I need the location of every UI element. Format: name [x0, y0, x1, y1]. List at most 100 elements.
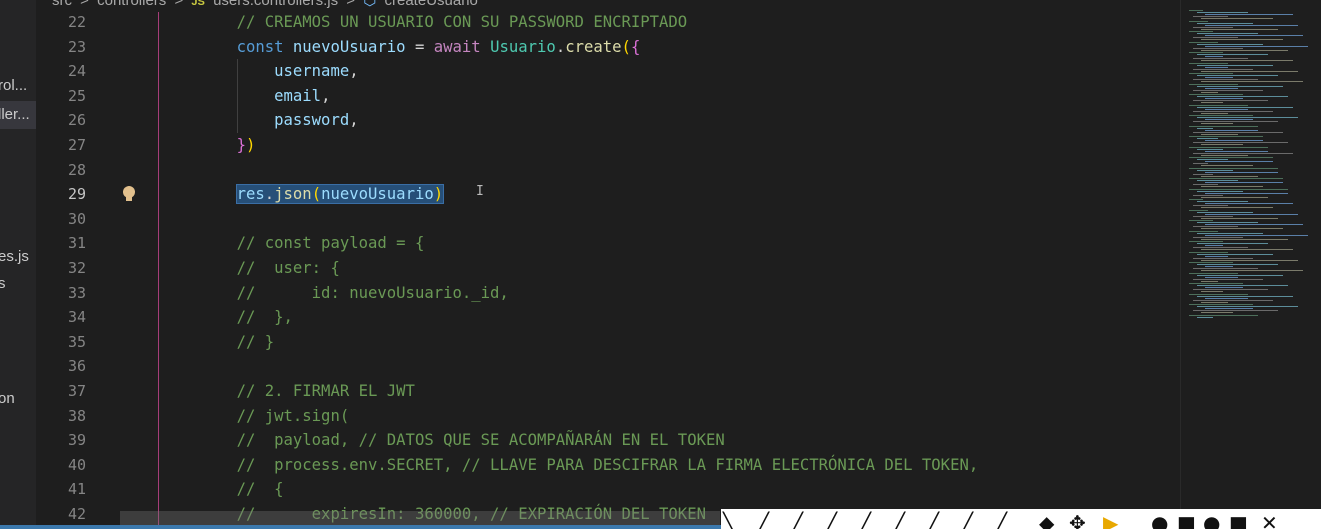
minimap-line — [1205, 14, 1293, 16]
minimap-line — [1197, 201, 1248, 203]
pen-tool-icon[interactable]: ╱ — [961, 511, 973, 529]
code-line[interactable]: 24 username, — [36, 59, 1180, 84]
explorer-item-users-controller[interactable]: ller... — [0, 106, 30, 123]
code-text[interactable]: // process.env.SECRET, // LLAVE PARA DES… — [199, 453, 979, 478]
minimap-line — [1189, 146, 1268, 148]
code-text[interactable]: // { — [199, 477, 284, 502]
breadcrumb-controllers[interactable]: controllers — [97, 0, 166, 9]
lightbulb-icon[interactable] — [122, 185, 136, 207]
minimap-line — [1193, 121, 1278, 123]
pen-tool-icon[interactable]: ╱ — [893, 511, 905, 529]
minimap-line — [1205, 140, 1263, 142]
code-line[interactable]: 36 — [36, 354, 1180, 379]
code-text[interactable]: // const payload = { — [199, 231, 425, 256]
minimap-line — [1201, 175, 1258, 177]
code-line[interactable]: 37 // 2. FIRMAR EL JWT — [36, 379, 1180, 404]
line-number: 41 — [67, 480, 86, 499]
pen-tool-icon[interactable]: ╱ — [995, 511, 1007, 529]
minimap[interactable] — [1180, 0, 1321, 529]
minimap-line — [1193, 215, 1233, 217]
pointer-icon[interactable]: ▶ — [1103, 511, 1118, 529]
breadcrumb-symbol[interactable]: createUsuario — [385, 0, 478, 9]
minimap-line — [1201, 270, 1303, 272]
minimap-line — [1197, 211, 1253, 213]
minimap-line — [1189, 125, 1258, 127]
pen-tool-icon[interactable]: ╱ — [859, 511, 871, 529]
trash-icon[interactable]: ■ — [1229, 511, 1248, 529]
code-text[interactable]: }) — [199, 133, 256, 158]
pen-tool-icon[interactable]: ╱ — [825, 511, 837, 529]
code-line[interactable]: 39 // payload, // DATOS QUE SE ACOMPAÑAR… — [36, 428, 1180, 453]
search-icon[interactable]: ● — [1203, 511, 1220, 529]
code-text[interactable]: res.json(nuevoUsuario) — [199, 182, 445, 207]
minimap-line — [1205, 77, 1233, 79]
move-icon[interactable]: ✥ — [1069, 511, 1086, 529]
pen-tool-icon[interactable]: ╱ — [927, 511, 939, 529]
code-text[interactable]: // id: nuevoUsuario._id, — [199, 281, 509, 306]
code-text[interactable]: // user: { — [199, 256, 340, 281]
pen-tool-icon[interactable]: ╱ — [791, 511, 803, 529]
code-line[interactable]: 30 — [36, 207, 1180, 232]
line-number: 31 — [67, 234, 86, 253]
code-editor[interactable]: 22 // CREAMOS UN USUARIO CON SU PASSWORD… — [36, 12, 1180, 529]
code-text[interactable]: email, — [199, 84, 330, 109]
pen-tool-icon[interactable]: ╲ — [723, 511, 735, 529]
eraser-icon[interactable]: ◆ — [1039, 511, 1054, 529]
explorer-item-file[interactable]: s — [0, 275, 6, 292]
code-line[interactable]: 38 // jwt.sign( — [36, 404, 1180, 429]
minimap-line — [1189, 178, 1283, 179]
code-line[interactable]: 31 // const payload = { — [36, 231, 1180, 256]
minimap-line — [1197, 190, 1243, 192]
minimap-line — [1201, 39, 1283, 41]
minimap-line — [1189, 167, 1278, 169]
code-text[interactable]: // } — [199, 330, 275, 355]
code-line[interactable]: 27 }) — [36, 133, 1180, 158]
code-text[interactable]: // payload, // DATOS QUE SE ACOMPAÑARÁN … — [199, 428, 725, 453]
code-line[interactable]: 28 — [36, 158, 1180, 183]
minimap-line — [1197, 85, 1283, 87]
close-icon[interactable]: ✕ — [1261, 511, 1278, 529]
code-line[interactable]: 32 // user: { — [36, 256, 1180, 281]
code-line[interactable]: 33 // id: nuevoUsuario._id, — [36, 281, 1180, 306]
code-line[interactable]: 41 // { — [36, 477, 1180, 502]
explorer-sidebar: rol... ller... es.js s on — [0, 0, 36, 529]
code-text[interactable]: const nuevoUsuario = await Usuario.creat… — [199, 35, 641, 60]
minimap-line — [1189, 83, 1238, 85]
explorer-item-routes[interactable]: es.js — [0, 248, 29, 265]
horizontal-scrollbar[interactable] — [120, 511, 720, 525]
code-line[interactable]: 35 // } — [36, 330, 1180, 355]
code-text[interactable]: // jwt.sign( — [199, 404, 350, 429]
code-line[interactable]: 40 // process.env.SECRET, // LLAVE PARA … — [36, 453, 1180, 478]
code-text[interactable]: // 2. FIRMAR EL JWT — [199, 379, 415, 404]
minimap-line — [1189, 136, 1263, 137]
minimap-line — [1197, 64, 1273, 66]
annotation-toolbar: ╲ ╱ ╱ ╱ ╱ ╱ ╱ ╱ ╱ ◆ ✥ ▶ ● ■ ● ■ ✕ — [721, 509, 1321, 529]
camera-icon[interactable]: ■ — [1177, 511, 1196, 529]
code-text[interactable]: // CREAMOS UN USUARIO CON SU PASSWORD EN… — [199, 12, 688, 35]
line-number: 30 — [67, 209, 86, 228]
code-line[interactable]: 25 email, — [36, 83, 1180, 109]
minimap-line — [1201, 112, 1228, 114]
code-line[interactable]: 26 password, — [36, 108, 1180, 133]
help-icon[interactable]: ● — [1151, 511, 1168, 529]
minimap-line — [1193, 194, 1223, 196]
code-line[interactable]: 34 // }, — [36, 305, 1180, 330]
minimap-line — [1201, 81, 1303, 83]
code-line[interactable]: 22 // CREAMOS UN USUARIO CON SU PASSWORD… — [36, 12, 1180, 35]
minimap-line — [1201, 18, 1273, 20]
code-line[interactable]: 29 I res.json(nuevoUsuario) — [36, 182, 1180, 207]
minimap-line — [1193, 26, 1233, 28]
code-line[interactable]: 23 const nuevoUsuario = await Usuario.cr… — [36, 35, 1180, 60]
breadcrumb-file[interactable]: users.controllers.js — [213, 0, 338, 9]
code-text[interactable]: // }, — [199, 305, 293, 330]
explorer-item-controllers[interactable]: rol... — [0, 77, 27, 94]
minimap-line — [1201, 60, 1293, 62]
code-text[interactable]: username, — [199, 59, 359, 84]
minimap-line — [1205, 297, 1248, 299]
minimap-line — [1205, 234, 1308, 236]
explorer-item-json[interactable]: on — [0, 390, 15, 407]
pen-tool-icon[interactable]: ╱ — [757, 511, 769, 529]
minimap-line — [1197, 43, 1263, 45]
code-text[interactable]: password, — [199, 108, 359, 133]
breadcrumb-src[interactable]: src — [52, 0, 72, 9]
